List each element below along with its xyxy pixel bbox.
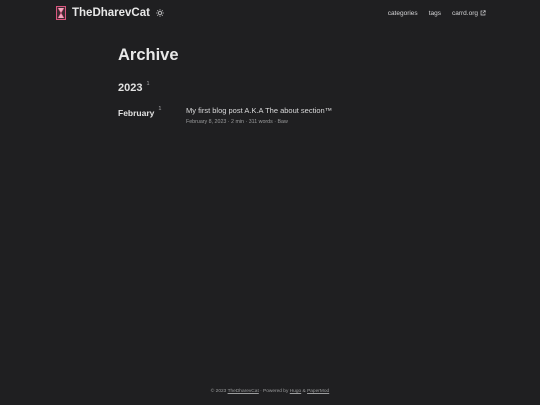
archive-entry-title-link[interactable]: My first blog post A.K.A The about secti… [186, 106, 332, 116]
footer-site-link[interactable]: TheDharevCat [228, 389, 259, 394]
archive-month-count: 1 [158, 106, 162, 112]
archive-main: Archive 2023 1 February 1 My first blog … [118, 44, 418, 125]
footer-papermod-link[interactable]: PaperMod [307, 389, 329, 394]
archive-month: February [118, 108, 155, 118]
site-title-link[interactable]: TheDharevCat [72, 7, 150, 19]
site-header: TheDharevCat categories tags carrd.org [56, 0, 486, 26]
footer-copyright: © 2023 [210, 389, 228, 394]
archive-year-count: 1 [146, 81, 150, 87]
nav-item-tags[interactable]: tags [429, 10, 441, 17]
hourglass-logo-icon[interactable] [56, 6, 66, 20]
archive-entry[interactable]: My first blog post A.K.A The about secti… [186, 106, 332, 125]
nav-item-carrd-label: carrd.org [451, 9, 478, 17]
site-footer: © 2023 TheDharevCat · Powered by Hugo & … [0, 389, 540, 394]
brand: TheDharevCat [56, 6, 165, 20]
archive-month-heading: February 1 [118, 106, 186, 125]
archive-year: 2023 [118, 82, 143, 94]
archive-month-row: February 1 My first blog post A.K.A The … [118, 106, 418, 125]
archive-entry-meta: February 8, 2023 · 2 min · 311 words · B… [186, 119, 288, 125]
sun-icon [156, 9, 164, 17]
footer-hugo-link[interactable]: Hugo [290, 389, 301, 394]
archive-year-heading: 2023 1 [118, 81, 418, 94]
page-title: Archive [118, 46, 179, 64]
theme-toggle-button[interactable] [155, 8, 165, 18]
footer-powered-text: · Powered by [258, 389, 290, 394]
external-link-icon [480, 10, 486, 16]
nav-item-categories[interactable]: categories [388, 10, 418, 17]
nav-item-carrd[interactable]: carrd.org [452, 10, 486, 17]
main-nav: categories tags carrd.org [377, 10, 486, 17]
